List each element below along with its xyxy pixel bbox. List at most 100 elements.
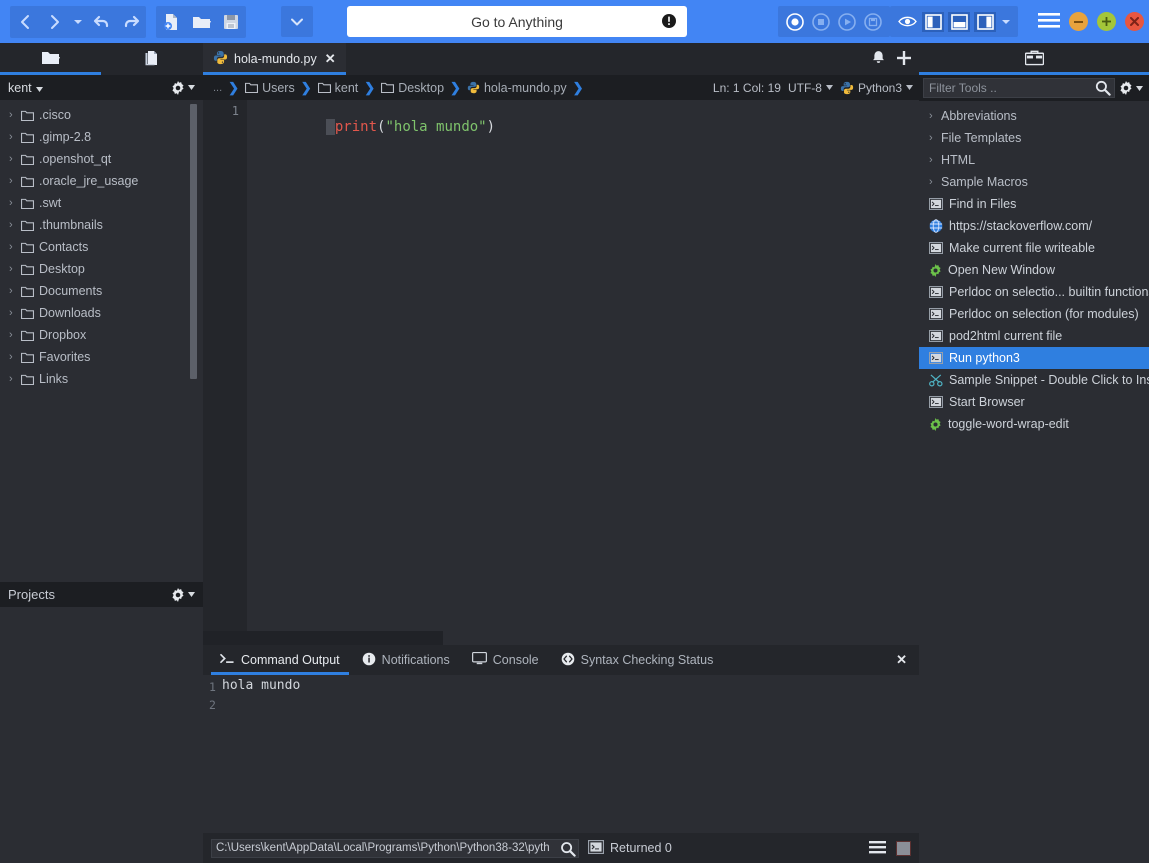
file-tree-item[interactable]: ›Documents (0, 280, 203, 302)
info-icon[interactable] (661, 13, 677, 32)
language-selector[interactable]: Python3 (840, 81, 913, 95)
breadcrumb-item[interactable]: Users (245, 81, 295, 95)
breadcrumb-item[interactable]: hola-mundo.py (467, 81, 567, 95)
toolbox-item[interactable]: Make current file writeable (919, 237, 1149, 259)
file-tree-item[interactable]: ›.cisco (0, 104, 203, 126)
toolbox-item[interactable]: Perldoc on selection (for modules) (919, 303, 1149, 325)
maximize-window-button[interactable] (1097, 12, 1116, 31)
expand-chevron-icon[interactable]: › (929, 132, 941, 144)
stop-macro-button[interactable] (808, 6, 834, 38)
save-macro-button[interactable] (860, 6, 886, 38)
redo-button[interactable] (116, 6, 146, 38)
expand-chevron-icon[interactable]: › (9, 197, 21, 209)
file-tree-item[interactable]: ›Links (0, 368, 203, 390)
bottom-tab-command-output[interactable]: Command Output (209, 645, 351, 675)
file-tree-item[interactable]: ›.oracle_jre_usage (0, 170, 203, 192)
expand-chevron-icon[interactable]: › (929, 154, 941, 166)
plus-icon[interactable] (897, 51, 911, 68)
bottom-tab-notifications[interactable]: Notifications (351, 645, 461, 675)
undo-button[interactable] (86, 6, 116, 38)
toolbox-item[interactable]: ›Sample Macros (919, 171, 1149, 193)
toolbox-item[interactable]: toggle-word-wrap-edit (919, 413, 1149, 435)
toolbox-item[interactable]: ›File Templates (919, 127, 1149, 149)
pane-chevron-down-icon[interactable] (998, 19, 1014, 25)
sidebar-tab-open-files[interactable] (101, 43, 202, 75)
bell-icon[interactable] (871, 50, 886, 68)
editor-tab-hola-mundo[interactable]: hola-mundo.py ✕ (203, 43, 346, 75)
expand-chevron-icon[interactable]: › (9, 263, 21, 275)
breadcrumb-item[interactable]: ... (213, 82, 222, 94)
file-tree-item[interactable]: ›Dropbox (0, 324, 203, 346)
bottom-tab-console[interactable]: Console (461, 645, 550, 675)
file-tree-item[interactable]: ›Contacts (0, 236, 203, 258)
record-macro-button[interactable] (782, 6, 808, 38)
expand-chevron-icon[interactable]: › (9, 329, 21, 341)
search-icon[interactable] (1095, 80, 1111, 99)
encoding-selector[interactable]: UTF-8 (788, 81, 833, 95)
go-to-anything-input[interactable]: Go to Anything (347, 6, 687, 37)
toggle-bottom-pane-button[interactable] (948, 12, 970, 32)
file-tree-item[interactable]: ›.swt (0, 192, 203, 214)
file-tree-item[interactable]: ›Downloads (0, 302, 203, 324)
file-tree-item[interactable]: ›.gimp-2.8 (0, 126, 203, 148)
file-tree[interactable]: ›.cisco›.gimp-2.8›.openshot_qt›.oracle_j… (0, 100, 203, 390)
minimize-window-button[interactable] (1069, 12, 1088, 31)
close-tab-icon[interactable]: ✕ (325, 51, 336, 67)
command-output-area[interactable]: 1 hola mundo 2 (203, 675, 919, 833)
projects-gear-button[interactable] (171, 588, 195, 602)
save-file-button[interactable] (216, 6, 246, 38)
expand-chevron-icon[interactable]: › (9, 109, 21, 121)
eye-icon[interactable] (896, 12, 918, 32)
file-tree-item[interactable]: ›Desktop (0, 258, 203, 280)
toolbox-item[interactable]: Sample Snippet - Double Click to Insert (919, 369, 1149, 391)
toolbox-item[interactable]: Run python3 (919, 347, 1149, 369)
breadcrumb-item[interactable]: kent (318, 81, 359, 95)
place-selector[interactable]: kent (8, 80, 43, 95)
toolbox-item[interactable]: Find in Files (919, 193, 1149, 215)
main-menu-button[interactable] (1038, 12, 1060, 32)
file-tree-item[interactable]: ›.openshot_qt (0, 148, 203, 170)
expand-chevron-icon[interactable]: › (929, 110, 941, 122)
file-tree-item[interactable]: ›.thumbnails (0, 214, 203, 236)
expand-chevron-icon[interactable]: › (9, 373, 21, 385)
expand-chevron-icon[interactable]: › (9, 131, 21, 143)
projects-panel[interactable] (0, 607, 203, 863)
sidebar-gear-button[interactable] (171, 81, 195, 95)
expand-chevron-icon[interactable]: › (9, 153, 21, 165)
file-tree-item[interactable]: ›Favorites (0, 346, 203, 368)
sidebar-tab-places[interactable] (0, 43, 101, 75)
close-bottom-panel-icon[interactable]: ✕ (896, 652, 907, 668)
stop-square-icon[interactable] (896, 841, 911, 856)
command-path-input[interactable]: C:\Users\kent\AppData\Local\Programs\Pyt… (211, 839, 579, 858)
toolbox-list[interactable]: ›Abbreviations›File Templates›HTML›Sampl… (919, 101, 1149, 435)
expand-chevron-icon[interactable]: › (9, 307, 21, 319)
open-file-button[interactable] (186, 6, 216, 38)
play-macro-button[interactable] (834, 6, 860, 38)
editor-scrollbar-thumb[interactable] (203, 631, 443, 645)
expand-chevron-icon[interactable]: › (9, 175, 21, 187)
toggle-left-pane-button[interactable] (922, 12, 944, 32)
search-icon[interactable] (560, 841, 576, 860)
chevron-down-icon[interactable] (70, 19, 86, 25)
expand-chevron-icon[interactable]: › (9, 241, 21, 253)
toolbox-gear-button[interactable] (1119, 81, 1145, 95)
filter-tools-input[interactable]: Filter Tools .. (923, 78, 1115, 98)
expand-chevron-icon[interactable]: › (9, 219, 21, 231)
toolbox-tab-bar[interactable] (919, 43, 1149, 75)
expand-chevron-icon[interactable]: › (929, 176, 941, 188)
close-window-button[interactable] (1125, 12, 1144, 31)
toolbox-item[interactable]: Open New Window (919, 259, 1149, 281)
code-editor[interactable]: 1 print("hola mundo") (203, 100, 919, 645)
toolbox-item[interactable]: Perldoc on selectio... builtin functions… (919, 281, 1149, 303)
toolbox-item[interactable]: Start Browser (919, 391, 1149, 413)
toolbox-item[interactable]: ›Abbreviations (919, 105, 1149, 127)
file-tree-scrollbar[interactable] (190, 104, 197, 379)
breadcrumb-item[interactable]: Desktop (381, 81, 444, 95)
list-icon[interactable] (869, 840, 886, 857)
toggle-right-pane-button[interactable] (974, 12, 996, 32)
expand-chevron-icon[interactable]: › (9, 351, 21, 363)
bottom-tab-syntax-checking-status[interactable]: Syntax Checking Status (550, 645, 725, 675)
toolbox-item[interactable]: pod2html current file (919, 325, 1149, 347)
expand-chevron-icon[interactable]: › (9, 285, 21, 297)
toolbar-dropdown-button[interactable] (281, 6, 313, 37)
